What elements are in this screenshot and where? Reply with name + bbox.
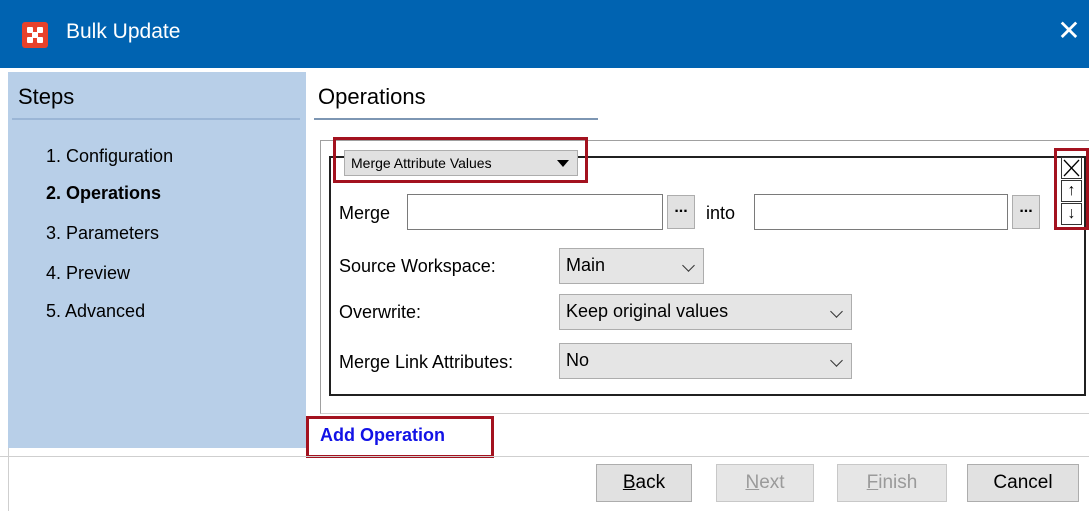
merge-target-input[interactable] (754, 194, 1008, 230)
steps-heading-rule (12, 118, 300, 120)
chevron-down-icon (830, 305, 843, 318)
steps-sidebar (8, 72, 306, 448)
step-preview[interactable]: 4. Preview (46, 263, 130, 284)
page-title: Operations (318, 84, 426, 109)
merge-label: Merge (339, 203, 391, 223)
merge-link-attributes-label: Merge Link Attributes: (339, 352, 514, 372)
source-workspace-label: Source Workspace: (339, 256, 496, 276)
overwrite-label: Overwrite: (339, 302, 422, 322)
finish-button[interactable]: Finish (837, 464, 947, 502)
merge-browse-button[interactable]: ... (667, 195, 695, 229)
page-title-rule (314, 118, 598, 120)
step-parameters[interactable]: 3. Parameters (46, 223, 159, 244)
highlight-add-operation (306, 416, 494, 458)
highlight-move-controls (1054, 148, 1089, 230)
into-label: into (706, 203, 736, 223)
footer-left-divider (8, 448, 9, 511)
chevron-down-icon (830, 354, 843, 367)
next-button[interactable]: Next (716, 464, 814, 502)
step-advanced[interactable]: 5. Advanced (46, 301, 145, 322)
source-workspace-select[interactable]: Main (559, 248, 704, 284)
step-configuration[interactable]: 1. Configuration (46, 146, 173, 167)
window-title: Bulk Update (66, 20, 181, 43)
overwrite-select[interactable]: Keep original values (559, 294, 852, 330)
step-operations[interactable]: 2. Operations (46, 183, 161, 204)
cancel-button[interactable]: Cancel (967, 464, 1079, 502)
close-icon[interactable]: ✕ (1052, 14, 1086, 48)
highlight-operation-type (333, 137, 588, 183)
bulk-update-app-icon (22, 22, 48, 48)
steps-heading: Steps (18, 84, 75, 109)
footer-divider (0, 456, 1089, 457)
into-browse-button[interactable]: ... (1012, 195, 1040, 229)
chevron-down-icon (682, 259, 695, 272)
merge-link-attributes-select[interactable]: No (559, 343, 852, 379)
back-button[interactable]: Back (596, 464, 692, 502)
merge-source-input[interactable] (407, 194, 663, 230)
